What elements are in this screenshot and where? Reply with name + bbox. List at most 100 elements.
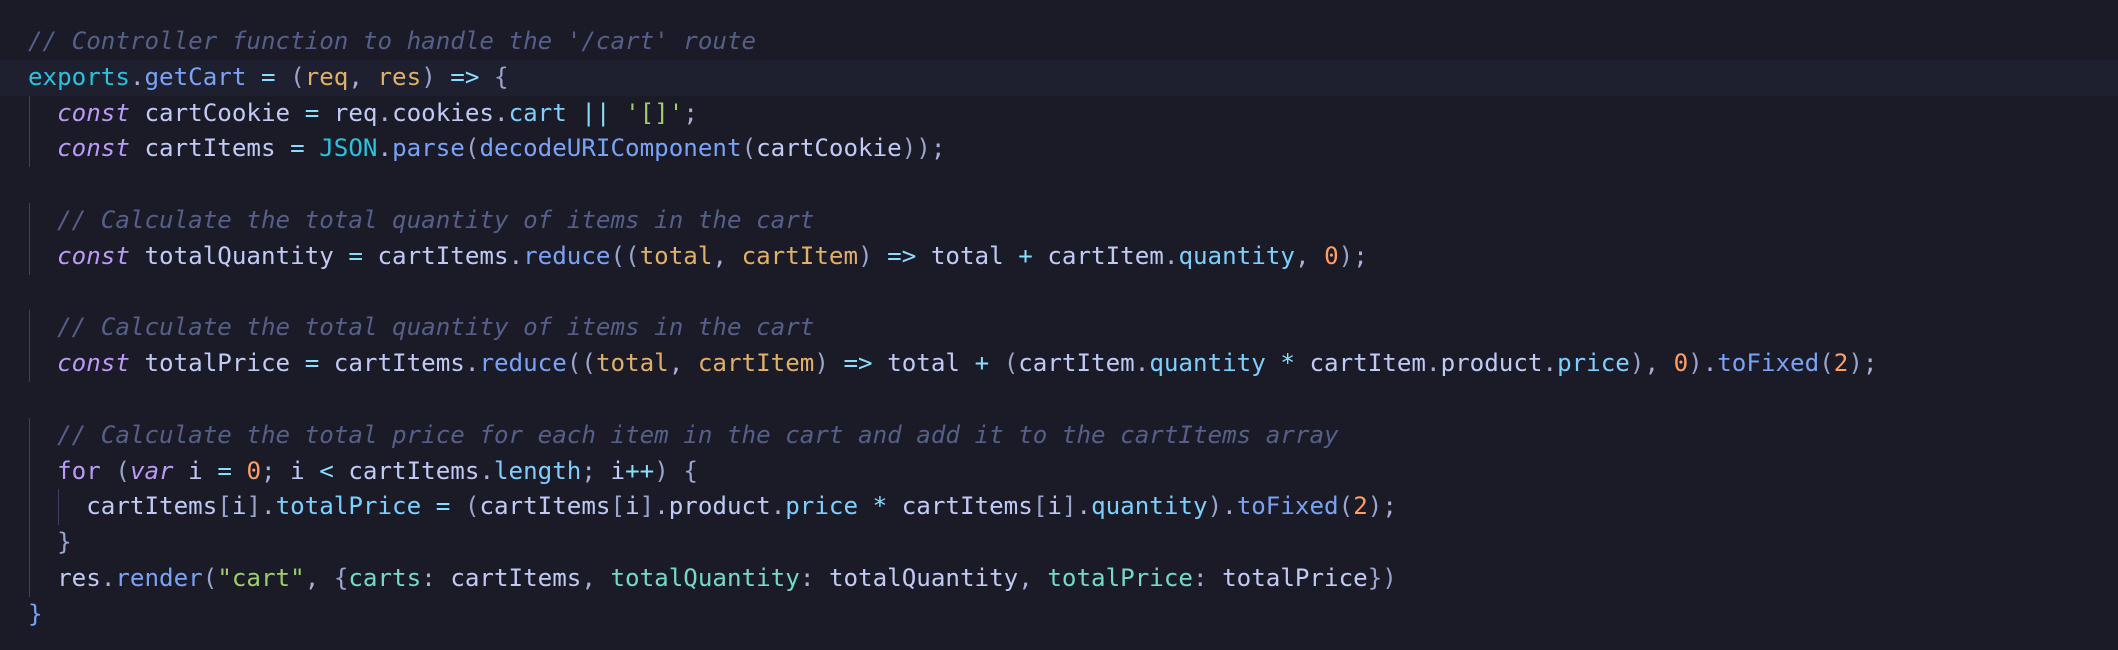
- code-token-op: ++: [625, 456, 655, 485]
- code-token-control: for: [57, 456, 101, 485]
- code-line[interactable]: }: [0, 525, 2118, 561]
- code-token-param: total: [595, 349, 669, 378]
- indent-guide: [29, 417, 30, 454]
- code-token-punct: .: [1222, 492, 1237, 521]
- code-line[interactable]: }: [0, 597, 2118, 633]
- code-line[interactable]: const cartItems = JSON.parse(decodeURICo…: [0, 131, 2118, 168]
- code-token-var: cartItems: [129, 134, 291, 163]
- code-token-var: totalPrice: [1222, 563, 1368, 592]
- code-token-punct: .: [1542, 349, 1558, 378]
- code-token-var: i: [625, 492, 640, 521]
- code-token-bracket: }: [57, 528, 72, 557]
- code-token-number: 0: [1324, 241, 1339, 270]
- code-token-punct: .: [1163, 241, 1179, 270]
- code-token-punct: .: [464, 349, 480, 378]
- code-token-var: product: [1440, 349, 1543, 378]
- code-line[interactable]: res.render("cart", {carts: cartItems, to…: [0, 560, 2118, 597]
- code-token-punct: .: [100, 563, 116, 592]
- code-token-comment: // Calculate the total quantity of items…: [57, 313, 815, 342]
- code-token-number: 2: [1353, 492, 1368, 521]
- code-token-var: i: [173, 456, 218, 485]
- code-line[interactable]: [0, 167, 2118, 203]
- code-token-var: totalQuantity: [828, 563, 1019, 592]
- code-line[interactable]: cartItems[i].totalPrice = (cartItems[i].…: [0, 489, 2118, 526]
- code-token-objkey: totalPrice: [1047, 563, 1193, 592]
- code-token-op: <: [319, 456, 334, 485]
- code-line[interactable]: // Calculate the total quantity of items…: [0, 310, 2118, 347]
- code-token-bracket: [: [217, 492, 232, 521]
- code-token-var: cartItem: [1309, 349, 1427, 378]
- code-line[interactable]: const cartCookie = req.cookies.cart || '…: [0, 95, 2118, 132]
- code-line[interactable]: const totalPrice = cartItems.reduce((tot…: [0, 346, 2118, 382]
- code-token-bracket: (: [202, 563, 218, 592]
- code-token-func: toFixed: [1717, 349, 1820, 378]
- code-token-bracket: ((: [610, 241, 640, 270]
- code-line[interactable]: // Calculate the total price for each it…: [0, 417, 2118, 454]
- code-token-punct: .: [1702, 349, 1718, 378]
- code-token-var: cartItems: [362, 241, 509, 270]
- code-token-punct: .: [377, 98, 393, 127]
- indent-guide: [58, 489, 60, 526]
- code-token-objkey: totalQuantity: [610, 563, 800, 592]
- code-line[interactable]: const totalQuantity = cartItems.reduce((…: [0, 238, 2118, 275]
- code-token-number: 0: [246, 456, 261, 485]
- code-token-number: 0: [1673, 349, 1689, 378]
- code-line[interactable]: // Controller function to handle the '/c…: [0, 24, 2118, 60]
- code-token-bracket: (: [1003, 349, 1019, 378]
- code-token-bracket: ): [858, 241, 873, 270]
- code-token-prop: quantity: [1091, 492, 1208, 521]
- code-token-op: =: [304, 98, 320, 127]
- code-token-bracket: ]: [1061, 492, 1077, 521]
- code-token-number: 2: [1833, 349, 1849, 378]
- code-token-prop: price: [785, 492, 859, 521]
- code-line[interactable]: [0, 275, 2118, 311]
- code-line[interactable]: for (var i = 0; i < cartItems.length; i+…: [0, 453, 2118, 490]
- code-token-var: [232, 457, 247, 485]
- code-token-param: cartItem: [697, 349, 815, 378]
- code-token-bracket: ): [1629, 349, 1645, 378]
- code-token-punct: ,: [348, 62, 378, 91]
- code-token-bracket: ): [654, 456, 669, 485]
- code-editor[interactable]: // Controller function to handle the '/c…: [0, 0, 2118, 650]
- code-token-var: i: [595, 456, 626, 485]
- code-token-prop: price: [1557, 349, 1630, 378]
- code-token-var: i: [231, 492, 247, 521]
- code-token-bracket: ): [1688, 349, 1703, 378]
- code-token-func: }: [28, 599, 43, 628]
- code-token-param: req: [304, 62, 349, 91]
- code-line[interactable]: exports.getCart = (req, res) => {: [0, 59, 2118, 96]
- code-token-var: cartCookie: [756, 134, 902, 163]
- code-token-var: total: [930, 241, 1019, 270]
- code-token-op: =: [246, 62, 291, 91]
- indent-guide: [29, 453, 30, 490]
- code-token-op: =: [217, 456, 232, 485]
- indent-guide: [29, 310, 30, 347]
- code-token-var: cartItem: [1032, 241, 1164, 270]
- code-token-bracket: (: [741, 134, 757, 163]
- code-token-prop: quantity: [1178, 241, 1295, 270]
- code-token-func: decodeURIComponent: [479, 134, 742, 163]
- code-token-punct: .: [770, 492, 786, 521]
- code-token-punct: .: [654, 492, 669, 521]
- code-token-bracket: ): [1207, 492, 1223, 521]
- code-token-prop: totalPrice: [275, 492, 422, 521]
- code-line[interactable]: // Calculate the total quantity of items…: [0, 202, 2118, 239]
- code-token-punct: ;: [1862, 349, 1878, 378]
- code-token-var: totalPrice: [129, 349, 305, 378]
- code-token-punct: .: [1076, 492, 1092, 521]
- code-token-punct: .: [377, 134, 393, 163]
- code-token-bracket: {: [333, 563, 349, 592]
- code-token-comment: // Calculate the total price for each it…: [57, 420, 1339, 449]
- indent-guide: [29, 95, 30, 132]
- code-token-keyword: const: [57, 98, 130, 127]
- code-token-punct: ,: [581, 563, 611, 592]
- code-token-punct: :: [1193, 563, 1223, 592]
- code-token-punct: :: [799, 563, 829, 592]
- code-token-var: cartItems: [86, 492, 218, 521]
- code-line[interactable]: [0, 382, 2118, 418]
- code-token-string: "cart": [217, 563, 305, 592]
- code-token-punct: .: [1426, 349, 1441, 378]
- code-token-punct: ,: [1294, 241, 1325, 270]
- code-token-bracket: ]: [639, 492, 655, 521]
- code-token-param: cartItem: [741, 241, 859, 270]
